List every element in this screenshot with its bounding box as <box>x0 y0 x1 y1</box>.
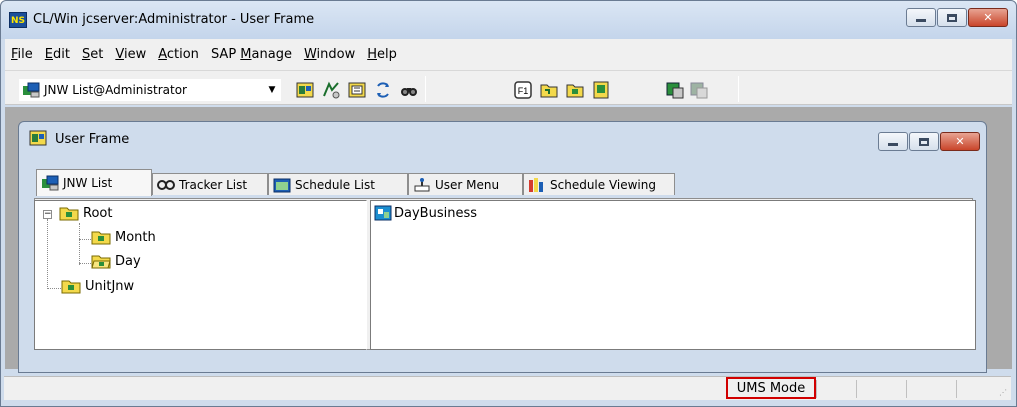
tracker-icon <box>157 179 175 190</box>
tree-node-label: Month <box>115 230 156 245</box>
app-logo-icon: NS <box>9 12 27 28</box>
close-icon: ✕ <box>983 11 993 24</box>
status-divider <box>856 380 857 398</box>
window-title: CL/Win jcserver:Administrator - User Fra… <box>33 12 315 27</box>
child-caption-buttons: ✕ <box>877 132 980 151</box>
menu-set[interactable]: Set <box>82 47 103 62</box>
jnw-icon <box>374 205 392 221</box>
menu-sap-manage[interactable]: SAP Manage <box>211 47 292 62</box>
tree-line <box>79 223 80 265</box>
svg-text:F1: F1 <box>518 86 529 96</box>
child-minimize-button[interactable] <box>878 132 908 151</box>
tracker-icon[interactable] <box>321 80 341 100</box>
tab-jnw-list[interactable]: JNW List <box>36 169 152 196</box>
tree-line <box>47 219 48 289</box>
tree-view[interactable]: − Root Month Day UnitJnw <box>34 200 367 350</box>
jnw-frame-icon[interactable] <box>295 80 315 100</box>
tree-line <box>47 288 61 289</box>
f1-help-icon[interactable]: F1 <box>513 80 533 100</box>
maximize-button[interactable] <box>937 8 967 27</box>
schedule-icon[interactable] <box>347 80 367 100</box>
window-caption-buttons: ✕ <box>905 8 1008 27</box>
log-icon[interactable] <box>665 80 685 100</box>
toolbar-separator <box>425 76 426 102</box>
child-close-button[interactable]: ✕ <box>940 132 980 151</box>
status-mode-indicator: UMS Mode <box>726 377 816 399</box>
user-menu-icon <box>414 177 430 191</box>
title-bar[interactable]: NS CL/Win jcserver:Administrator - User … <box>1 1 1016 39</box>
tree-line <box>79 263 91 264</box>
network-folder-icon[interactable] <box>565 80 585 100</box>
tree-node-root[interactable]: Root <box>59 206 112 221</box>
status-divider <box>816 380 817 398</box>
open-folder-icon[interactable] <box>539 80 559 100</box>
menu-help[interactable]: Help <box>367 47 397 62</box>
resize-grip-icon[interactable]: ⋰ <box>999 388 1007 397</box>
jnw-list-view[interactable] <box>370 200 976 350</box>
minimize-icon <box>888 143 898 146</box>
tree-node-label: UnitJnw <box>85 279 135 294</box>
tab-schedule-viewing[interactable]: Schedule Viewing <box>523 173 675 195</box>
tab-label: User Menu <box>435 177 500 192</box>
status-bar: UMS Mode ⋰ <box>4 376 1011 400</box>
menu-edit[interactable]: Edit <box>45 47 70 62</box>
tab-user-menu[interactable]: User Menu <box>408 173 523 195</box>
toolbar-separator <box>738 76 739 102</box>
tree-node-unitjnw[interactable]: UnitJnw <box>61 279 134 294</box>
maximize-icon <box>919 137 929 146</box>
list-item-daybusiness[interactable]: DayBusiness <box>374 205 477 221</box>
close-icon: ✕ <box>955 135 965 148</box>
close-button[interactable]: ✕ <box>968 8 1008 27</box>
tab-label: Schedule Viewing <box>550 177 656 192</box>
menu-file[interactable]: File <box>11 47 33 62</box>
jnw-frame-icon <box>23 82 40 98</box>
folder-icon <box>61 280 81 294</box>
minimize-icon <box>916 19 926 22</box>
open-folder-icon <box>91 255 111 269</box>
find-icon[interactable] <box>399 80 419 100</box>
tree-collapse-toggle[interactable]: − <box>43 210 52 219</box>
menu-view[interactable]: View <box>115 47 146 62</box>
minimize-button[interactable] <box>906 8 936 27</box>
schedule-icon <box>273 178 291 192</box>
menu-bar: File Edit Set View Action SAP Manage Win… <box>5 39 1012 71</box>
frame-select-value: JNW List@Administrator <box>44 83 187 97</box>
tab-label: Tracker List <box>179 177 248 192</box>
tree-node-day[interactable]: Day <box>91 254 141 269</box>
user-frame-icon <box>29 130 47 146</box>
tree-node-month[interactable]: Month <box>91 230 156 245</box>
toolbar: JNW List@Administrator ▼ F1 <box>5 71 1012 105</box>
maximize-icon <box>947 13 957 22</box>
tab-tracker-list[interactable]: Tracker List <box>152 173 268 195</box>
tree-node-label: Root <box>83 206 113 221</box>
folder-icon <box>91 231 111 245</box>
status-divider <box>956 380 957 398</box>
tab-strip: JNW List Tracker List Schedule List User… <box>36 167 976 197</box>
tree-line <box>79 239 91 240</box>
frame-select-combo[interactable]: JNW List@Administrator ▼ <box>19 79 281 101</box>
list-item-label: DayBusiness <box>394 205 477 221</box>
status-divider <box>906 380 907 398</box>
folder-icon <box>59 207 79 221</box>
child-window-title: User Frame <box>55 132 130 147</box>
menu-window[interactable]: Window <box>304 47 355 62</box>
jnw-list-icon <box>42 175 59 191</box>
tab-schedule-list[interactable]: Schedule List <box>268 173 408 195</box>
disabled-log-icon <box>690 82 708 99</box>
child-maximize-button[interactable] <box>909 132 939 151</box>
refresh-icon[interactable] <box>373 80 393 100</box>
tab-label: Schedule List <box>295 177 375 192</box>
tab-label: JNW List <box>63 176 113 190</box>
job-icon[interactable] <box>591 80 611 100</box>
schedule-viewing-icon <box>529 177 543 192</box>
dropdown-arrow-icon[interactable]: ▼ <box>264 85 280 95</box>
tree-node-label: Day <box>115 254 141 269</box>
menu-action[interactable]: Action <box>158 47 199 62</box>
